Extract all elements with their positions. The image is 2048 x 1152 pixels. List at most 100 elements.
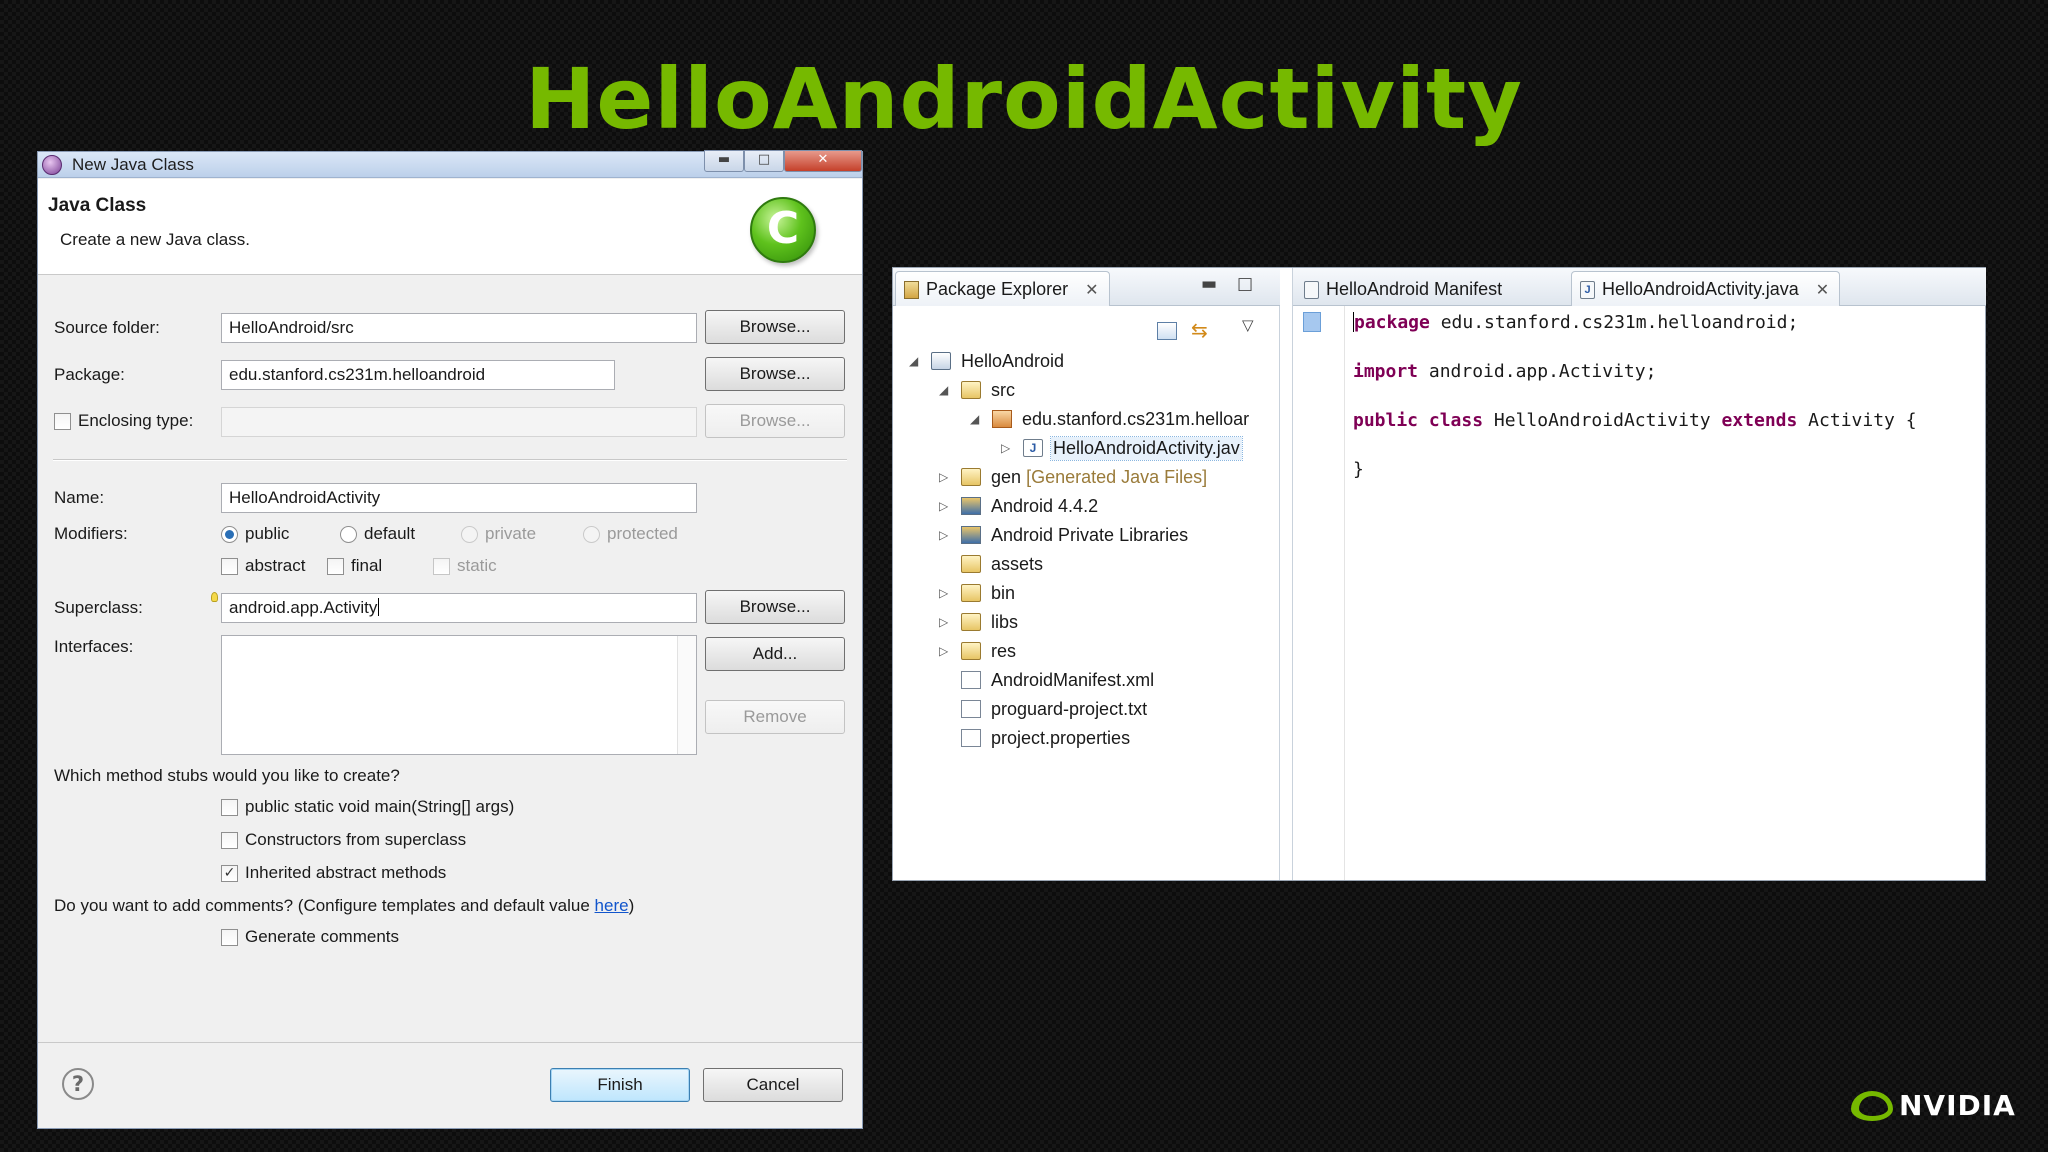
nvidia-wordmark: NVIDIA: [1899, 1089, 2016, 1122]
cancel-button[interactable]: Cancel: [703, 1068, 843, 1102]
inherited-abstract-checkbox[interactable]: ✓: [221, 865, 238, 882]
collapsed-twisty-icon[interactable]: ▷: [939, 586, 951, 600]
public-radio[interactable]: [221, 526, 238, 543]
minimize-view-icon[interactable]: ▬: [1201, 274, 1217, 294]
superclass-browse-button[interactable]: Browse...: [705, 590, 845, 624]
source-folder-icon: [961, 381, 981, 399]
protected-radio[interactable]: [583, 526, 600, 543]
finish-button[interactable]: Finish: [550, 1068, 690, 1102]
folder-icon: [961, 468, 981, 486]
text-file-icon: [961, 700, 981, 718]
collapsed-twisty-icon[interactable]: ▷: [939, 470, 951, 484]
manifest-file-icon: [1304, 281, 1319, 299]
nvidia-eye-icon: [1851, 1091, 1893, 1121]
tree-item-label: AndroidManifest.xml: [991, 670, 1155, 690]
gen-suffix: [Generated Java Files]: [1026, 467, 1208, 487]
library-icon: [961, 497, 981, 515]
superclass-label: Superclass:: [54, 598, 143, 617]
enclosing-type-checkbox[interactable]: [54, 413, 71, 430]
java-file-icon: J: [1023, 439, 1043, 457]
package-browse-button[interactable]: Browse...: [705, 357, 845, 391]
maximize-view-icon[interactable]: □: [1237, 274, 1253, 294]
name-field[interactable]: HelloAndroidActivity: [221, 483, 697, 513]
minimize-button[interactable]: ▬: [704, 150, 744, 172]
main-method-checkbox[interactable]: [221, 799, 238, 816]
constructors-checkbox[interactable]: [221, 832, 238, 849]
package-icon: [992, 410, 1012, 428]
modifiers-label: Modifiers:: [54, 524, 128, 543]
view-menu-icon[interactable]: ▽: [1242, 316, 1254, 334]
manifest-tab-label: HelloAndroid Manifest: [1326, 279, 1503, 299]
static-label: static: [457, 556, 497, 575]
inherited-abstract-label: Inherited abstract methods: [245, 863, 447, 882]
default-radio-label: default: [364, 524, 416, 543]
tab-helloandroidactivity-java[interactable]: J HelloAndroidActivity.java ✕: [1571, 271, 1841, 306]
code-line-1[interactable]: package edu.stanford.cs231m.helloandroid…: [1353, 312, 1798, 333]
final-label: final: [351, 556, 383, 575]
public-radio-label: public: [245, 524, 290, 543]
collapsed-twisty-icon[interactable]: ▷: [939, 644, 951, 658]
eclipse-icon: [42, 155, 62, 175]
slide-title: HelloAndroidActivity: [525, 50, 1523, 148]
source-folder-field[interactable]: HelloAndroid/src: [221, 313, 697, 343]
new-class-icon: C: [750, 197, 816, 263]
code-line-7[interactable]: }: [1353, 459, 1364, 480]
final-checkbox[interactable]: [327, 558, 344, 575]
code-keyword: public: [1353, 410, 1419, 431]
enclosing-type-label: Enclosing type:: [78, 411, 194, 430]
enclosing-type-browse-button[interactable]: Browse...: [705, 404, 845, 438]
package-explorer-tab-label: Package Explorer: [926, 279, 1069, 299]
expanded-twisty-icon[interactable]: ◢: [909, 354, 921, 368]
code-keyword: extends: [1721, 410, 1798, 431]
code-text: android.app.Activity;: [1418, 361, 1657, 382]
method-stubs-question: Which method stubs would you like to cre…: [54, 766, 400, 785]
collapsed-twisty-icon[interactable]: ▷: [1001, 441, 1013, 455]
enclosing-type-field[interactable]: [221, 407, 697, 437]
folder-icon: [961, 584, 981, 602]
tree-item-label: libs: [991, 612, 1019, 632]
close-icon[interactable]: ✕: [1085, 280, 1098, 300]
help-icon[interactable]: ?: [62, 1068, 94, 1100]
tree-item-label: assets: [991, 554, 1044, 574]
generate-comments-checkbox[interactable]: [221, 929, 238, 946]
private-radio[interactable]: [461, 526, 478, 543]
superclass-field[interactable]: android.app.Activity: [221, 593, 697, 623]
tree-item-label: edu.stanford.cs231m.helloar: [1022, 409, 1250, 429]
add-interface-button[interactable]: Add...: [705, 637, 845, 671]
collapse-all-icon[interactable]: [1157, 322, 1177, 340]
dialog-title: New Java Class: [72, 155, 194, 174]
generate-comments-label: Generate comments: [245, 927, 400, 946]
configure-templates-link[interactable]: here: [595, 896, 629, 915]
editor-tabbar: HelloAndroid Manifest J HelloAndroidActi…: [1293, 268, 1986, 306]
separator: [53, 459, 847, 461]
current-line-marker: [1303, 312, 1321, 332]
abstract-checkbox[interactable]: [221, 558, 238, 575]
package-field[interactable]: edu.stanford.cs231m.helloandroid: [221, 360, 615, 390]
close-icon[interactable]: ✕: [1816, 280, 1829, 300]
tree-item-label: Android 4.4.2: [991, 496, 1099, 516]
tab-helloandroid-manifest[interactable]: HelloAndroid Manifest: [1295, 271, 1513, 306]
java-tab-label: HelloAndroidActivity.java: [1602, 279, 1799, 299]
remove-interface-button[interactable]: Remove: [705, 700, 845, 734]
code-line-3[interactable]: import android.app.Activity;: [1353, 361, 1656, 382]
code-text: }: [1353, 459, 1364, 480]
close-button[interactable]: ✕: [784, 150, 862, 172]
source-folder-browse-button[interactable]: Browse...: [705, 310, 845, 344]
link-with-editor-icon[interactable]: ⇆: [1191, 318, 1208, 342]
name-label: Name:: [54, 488, 105, 507]
comments-question-text: Do you want to add comments? (Configure …: [54, 896, 595, 915]
interfaces-list[interactable]: [221, 635, 697, 755]
expanded-twisty-icon[interactable]: ◢: [970, 412, 982, 426]
collapsed-twisty-icon[interactable]: ▷: [939, 615, 951, 629]
collapsed-twisty-icon[interactable]: ▷: [939, 499, 951, 513]
static-checkbox[interactable]: [433, 558, 450, 575]
wizard-title: Java Class: [48, 195, 147, 216]
tree-item-label: bin: [991, 583, 1016, 603]
tree-item-label: proguard-project.txt: [991, 699, 1148, 719]
default-radio[interactable]: [340, 526, 357, 543]
code-line-5[interactable]: public class HelloAndroidActivity extend…: [1353, 410, 1917, 431]
maximize-button[interactable]: □: [744, 150, 784, 172]
collapsed-twisty-icon[interactable]: ▷: [939, 528, 951, 542]
tab-package-explorer[interactable]: Package Explorer ✕: [895, 271, 1110, 306]
expanded-twisty-icon[interactable]: ◢: [939, 383, 951, 397]
